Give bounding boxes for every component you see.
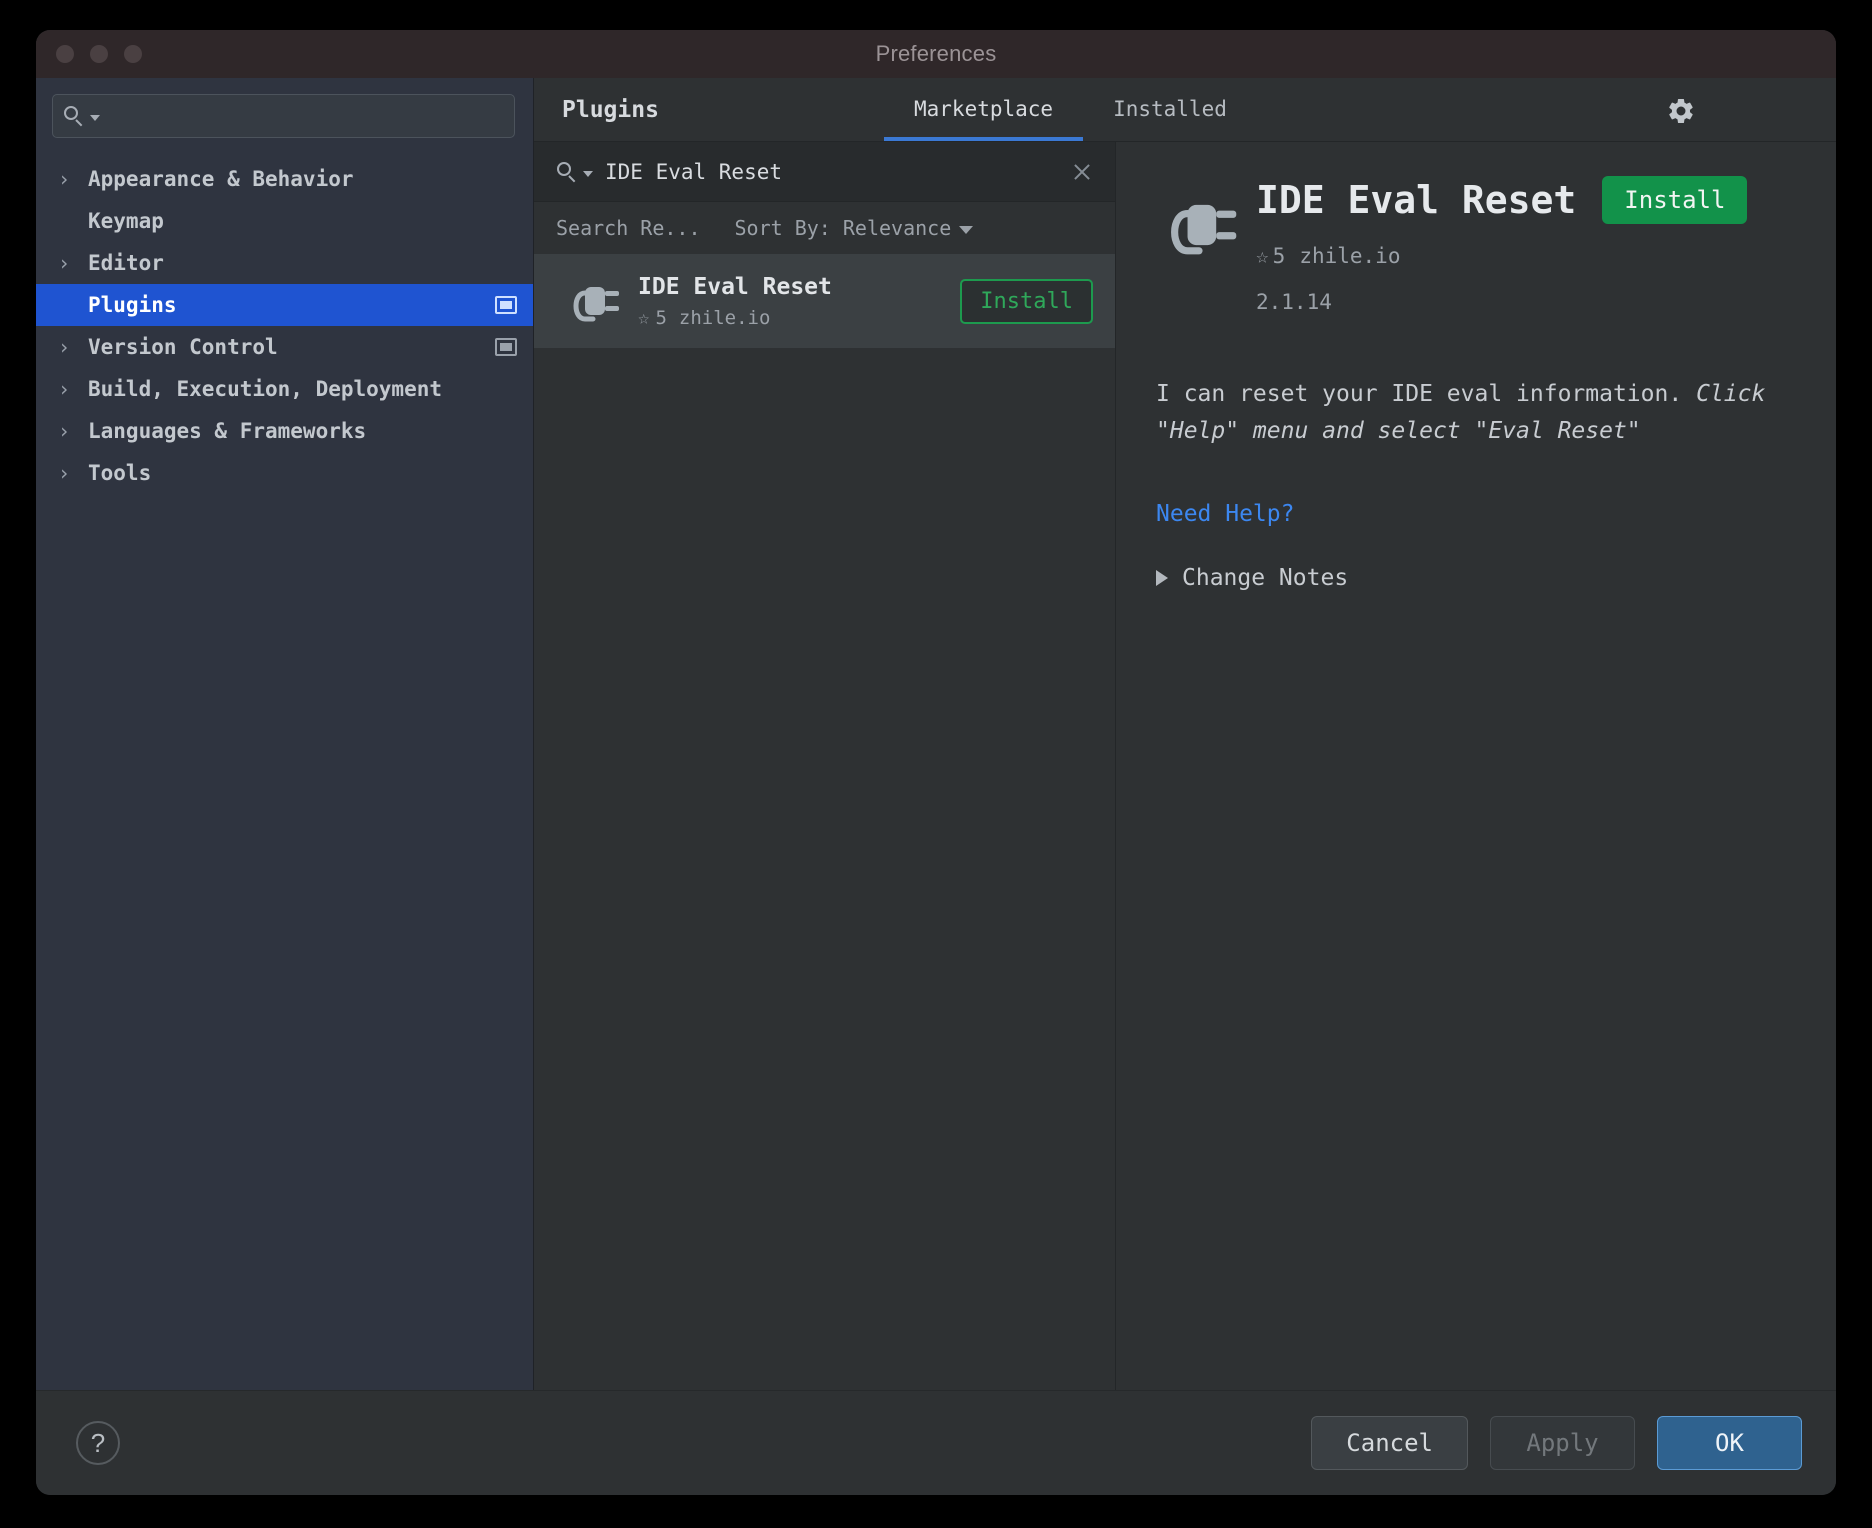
plugin-rating: 5 [655,307,667,330]
traffic-light-group [56,30,142,78]
plugin-plug-icon-large [1156,176,1256,273]
chevron-down-icon [90,115,100,121]
ok-button[interactable]: OK [1657,1416,1802,1470]
list-item-text: IDE Eval Reset ☆ 5 zhile.io [628,273,960,330]
dialog-footer: ? Cancel Apply OK [36,1390,1836,1495]
plugin-details-pane: IDE Eval Reset Install ☆ 5 zhile.io 2.1.… [1116,142,1836,1390]
footer-actions: Cancel Apply OK [1311,1416,1802,1470]
sidebar-item-label: Version Control [88,335,278,359]
triangle-right-icon [1156,569,1168,586]
plugin-version: 2.1.14 [1256,290,1332,314]
sort-by-dropdown[interactable]: Sort By: Relevance [735,216,974,240]
chevron-right-icon[interactable]: › [58,167,88,191]
sidebar-item-label: Plugins [88,293,177,317]
apply-button[interactable]: Apply [1490,1416,1635,1470]
need-help-link[interactable]: Need Help? [1156,501,1294,527]
window-badge-icon [495,296,517,314]
plugin-filter-row: Search Re... Sort By: Relevance [534,202,1115,254]
sidebar-item-build-execution-deployment[interactable]: › Build, Execution, Deployment [36,368,533,410]
sidebar-item-label: Keymap [88,209,164,233]
sidebar-item-label: Languages & Frameworks [88,419,367,443]
sidebar-item-label: Appearance & Behavior [88,167,354,191]
plugins-panel: Plugins Marketplace Installed IDE Eval R… [534,78,1836,1390]
install-button-primary[interactable]: Install [1602,176,1748,224]
plugin-rating: 5 [1272,244,1286,268]
chevron-down-icon [583,170,593,177]
sidebar-search-input[interactable] [100,104,504,128]
sidebar-item-label: Tools [88,461,152,485]
sidebar-search-box[interactable] [52,94,515,138]
plugins-tabs: Marketplace Installed [884,77,1257,141]
chevron-down-icon [959,226,974,234]
search-results-label[interactable]: Search Re... [556,216,701,240]
plugin-vendor: zhile.io [1299,244,1401,268]
sidebar-item-editor[interactable]: › Editor [36,242,533,284]
preferences-window: Preferences › Appearance & Behavior Keym… [36,30,1836,1495]
settings-sidebar: › Appearance & Behavior Keymap › Editor … [36,78,534,1390]
plugin-title: IDE Eval Reset [1256,178,1577,222]
search-icon [556,161,578,183]
plugins-content: Search Re... Sort By: Relevance [534,142,1836,1390]
plugin-details-body: IDE Eval Reset Install ☆ 5 zhile.io 2.1.… [1256,176,1796,314]
sidebar-item-languages-frameworks[interactable]: › Languages & Frameworks [36,410,533,452]
change-notes-toggle[interactable]: Change Notes [1156,565,1796,591]
star-icon: ☆ [1256,244,1269,268]
plugin-search-input[interactable] [593,158,1069,185]
tab-installed[interactable]: Installed [1083,77,1257,141]
chevron-right-icon[interactable]: › [58,461,88,485]
zoom-button-icon[interactable] [124,45,142,63]
clear-search-icon[interactable] [1069,159,1095,185]
tab-marketplace[interactable]: Marketplace [884,77,1084,141]
install-button[interactable]: Install [960,278,1093,324]
chevron-right-icon[interactable]: › [58,335,88,359]
window-body: › Appearance & Behavior Keymap › Editor … [36,78,1836,1390]
plugin-description: I can reset your IDE eval information. C… [1156,376,1776,451]
description-plain: I can reset your IDE eval information. [1156,381,1683,407]
search-icon [63,105,85,127]
cancel-button[interactable]: Cancel [1311,1416,1468,1470]
chevron-right-icon[interactable]: › [58,377,88,401]
settings-tree: › Appearance & Behavior Keymap › Editor … [36,158,533,494]
sidebar-item-plugins[interactable]: Plugins [36,284,533,326]
help-button[interactable]: ? [76,1421,120,1465]
sidebar-item-label: Editor [88,251,164,275]
plugin-title-row: IDE Eval Reset Install [1256,176,1796,224]
sidebar-item-label: Build, Execution, Deployment [88,377,443,401]
sort-by-label: Sort By: Relevance [734,216,952,240]
plugin-search-bar[interactable] [534,142,1115,202]
plugin-result-list: IDE Eval Reset ☆ 5 zhile.io Install [534,254,1115,1390]
plugin-detail-meta: ☆ 5 zhile.io [1256,244,1796,268]
close-button-icon[interactable] [56,45,74,63]
window-badge-icon [495,338,517,356]
window-title: Preferences [875,41,997,66]
sidebar-item-tools[interactable]: › Tools [36,452,533,494]
change-notes-label: Change Notes [1182,564,1349,591]
sidebar-item-keymap[interactable]: Keymap [36,200,533,242]
window-titlebar: Preferences [36,30,1836,78]
chevron-right-icon[interactable]: › [58,419,88,443]
minimize-button-icon[interactable] [90,45,108,63]
plugin-plug-icon [558,271,628,331]
page-title: Plugins [562,96,659,123]
sidebar-item-version-control[interactable]: › Version Control [36,326,533,368]
plugins-header: Plugins Marketplace Installed [534,78,1836,142]
star-icon: ☆ [638,307,650,330]
plugin-meta: ☆ 5 zhile.io [638,307,960,329]
plugin-results-pane: Search Re... Sort By: Relevance [534,142,1116,1390]
plugin-details-header: IDE Eval Reset Install ☆ 5 zhile.io 2.1.… [1156,176,1796,314]
sidebar-item-appearance-behavior[interactable]: › Appearance & Behavior [36,158,533,200]
plugin-name: IDE Eval Reset [638,273,832,300]
plugin-vendor: zhile.io [678,307,771,330]
gear-icon[interactable] [1664,94,1698,128]
chevron-right-icon[interactable]: › [58,251,88,275]
list-item[interactable]: IDE Eval Reset ☆ 5 zhile.io Install [534,254,1115,348]
desktop-background: Preferences › Appearance & Behavior Keym… [0,0,1872,1528]
